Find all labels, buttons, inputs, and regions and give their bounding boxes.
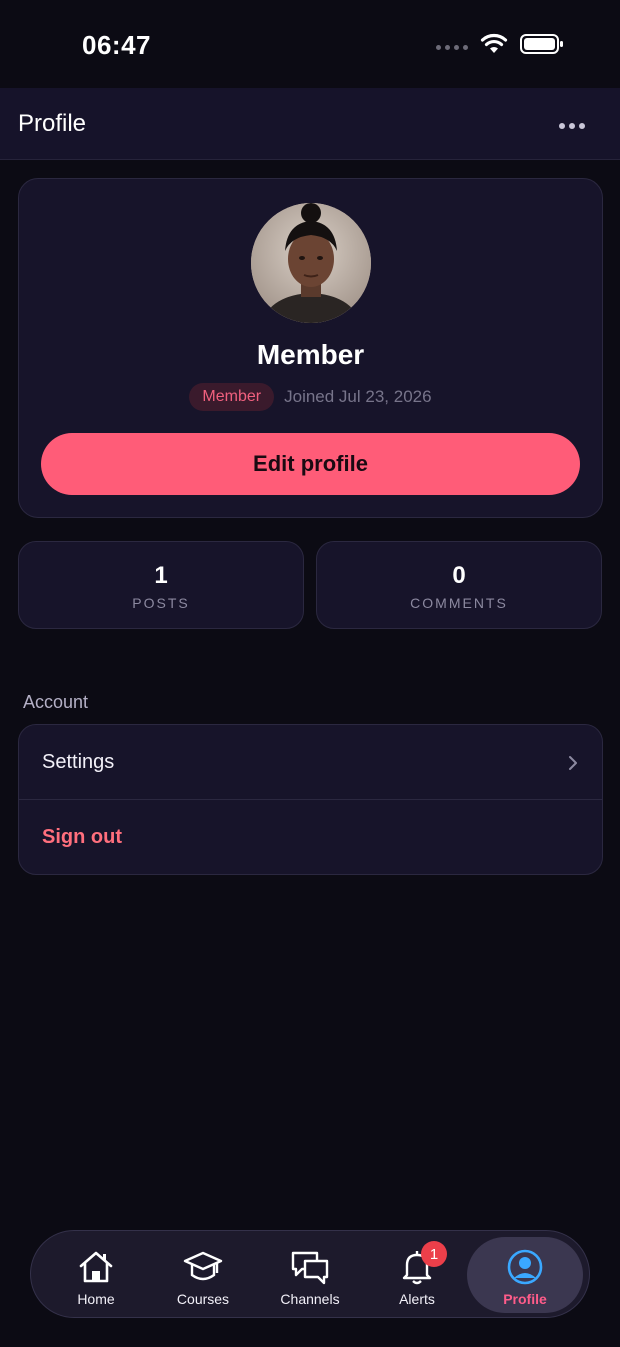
wifi-icon <box>480 33 508 53</box>
profile-meta: Member Joined Jul 23, 2026 <box>19 383 602 411</box>
profile-screen: 06:47 Profile Member Member Joined Jul 2… <box>0 0 620 1347</box>
home-icon <box>79 1251 113 1283</box>
posts-stat-card[interactable]: 1 POSTS <box>18 541 304 629</box>
edit-profile-button[interactable]: Edit profile <box>41 433 580 495</box>
posts-label: POSTS <box>132 595 190 611</box>
nav-home[interactable]: Home <box>41 1237 151 1313</box>
signal-icon <box>436 44 468 50</box>
joined-date: Joined Jul 23, 2026 <box>284 387 432 406</box>
nav-channels-label: Channels <box>280 1291 340 1307</box>
comments-stat-card[interactable]: 0 COMMENTS <box>316 541 602 629</box>
alerts-icon-wrap: 1 <box>397 1241 447 1287</box>
status-bar: 06:47 <box>0 0 620 88</box>
nav-alerts-label: Alerts <box>399 1291 435 1307</box>
page-title: Profile <box>18 110 87 137</box>
settings-label: Settings <box>42 751 115 773</box>
nav-alerts[interactable]: 1 Alerts <box>362 1237 472 1313</box>
posts-count: 1 <box>154 562 168 589</box>
chat-bubbles-icon <box>291 1251 329 1285</box>
profile-card: Member Member Joined Jul 23, 2026 Edit p… <box>18 178 603 518</box>
role-badge: Member <box>189 383 275 411</box>
comments-count: 0 <box>452 562 466 589</box>
nav-courses-label: Courses <box>176 1291 230 1307</box>
chevron-right-icon <box>569 756 577 770</box>
status-time: 06:47 <box>82 30 151 60</box>
user-circle-icon <box>507 1249 543 1285</box>
nav-channels[interactable]: Channels <box>255 1237 365 1313</box>
app-bar: Profile <box>0 88 620 160</box>
nav-profile-label: Profile <box>503 1291 547 1307</box>
battery-icon <box>520 34 563 54</box>
bottom-nav: Home Courses Channels 1 Alerts Profile <box>30 1230 590 1318</box>
sign-out-label: Sign out <box>42 826 122 848</box>
nav-profile[interactable]: Profile <box>467 1237 583 1313</box>
account-list: Settings Sign out <box>18 724 603 875</box>
graduation-cap-icon <box>183 1251 223 1281</box>
profile-name: Member <box>256 339 365 370</box>
settings-row[interactable]: Settings <box>19 725 602 800</box>
nav-courses[interactable]: Courses <box>148 1237 258 1313</box>
status-icons <box>436 33 564 55</box>
account-section-label: Account <box>23 692 89 712</box>
more-options-icon[interactable] <box>554 114 590 138</box>
sign-out-row[interactable]: Sign out <box>19 800 602 874</box>
comments-label: COMMENTS <box>410 595 508 611</box>
nav-home-label: Home <box>77 1291 115 1307</box>
avatar[interactable] <box>251 203 371 323</box>
alerts-badge: 1 <box>421 1241 447 1267</box>
